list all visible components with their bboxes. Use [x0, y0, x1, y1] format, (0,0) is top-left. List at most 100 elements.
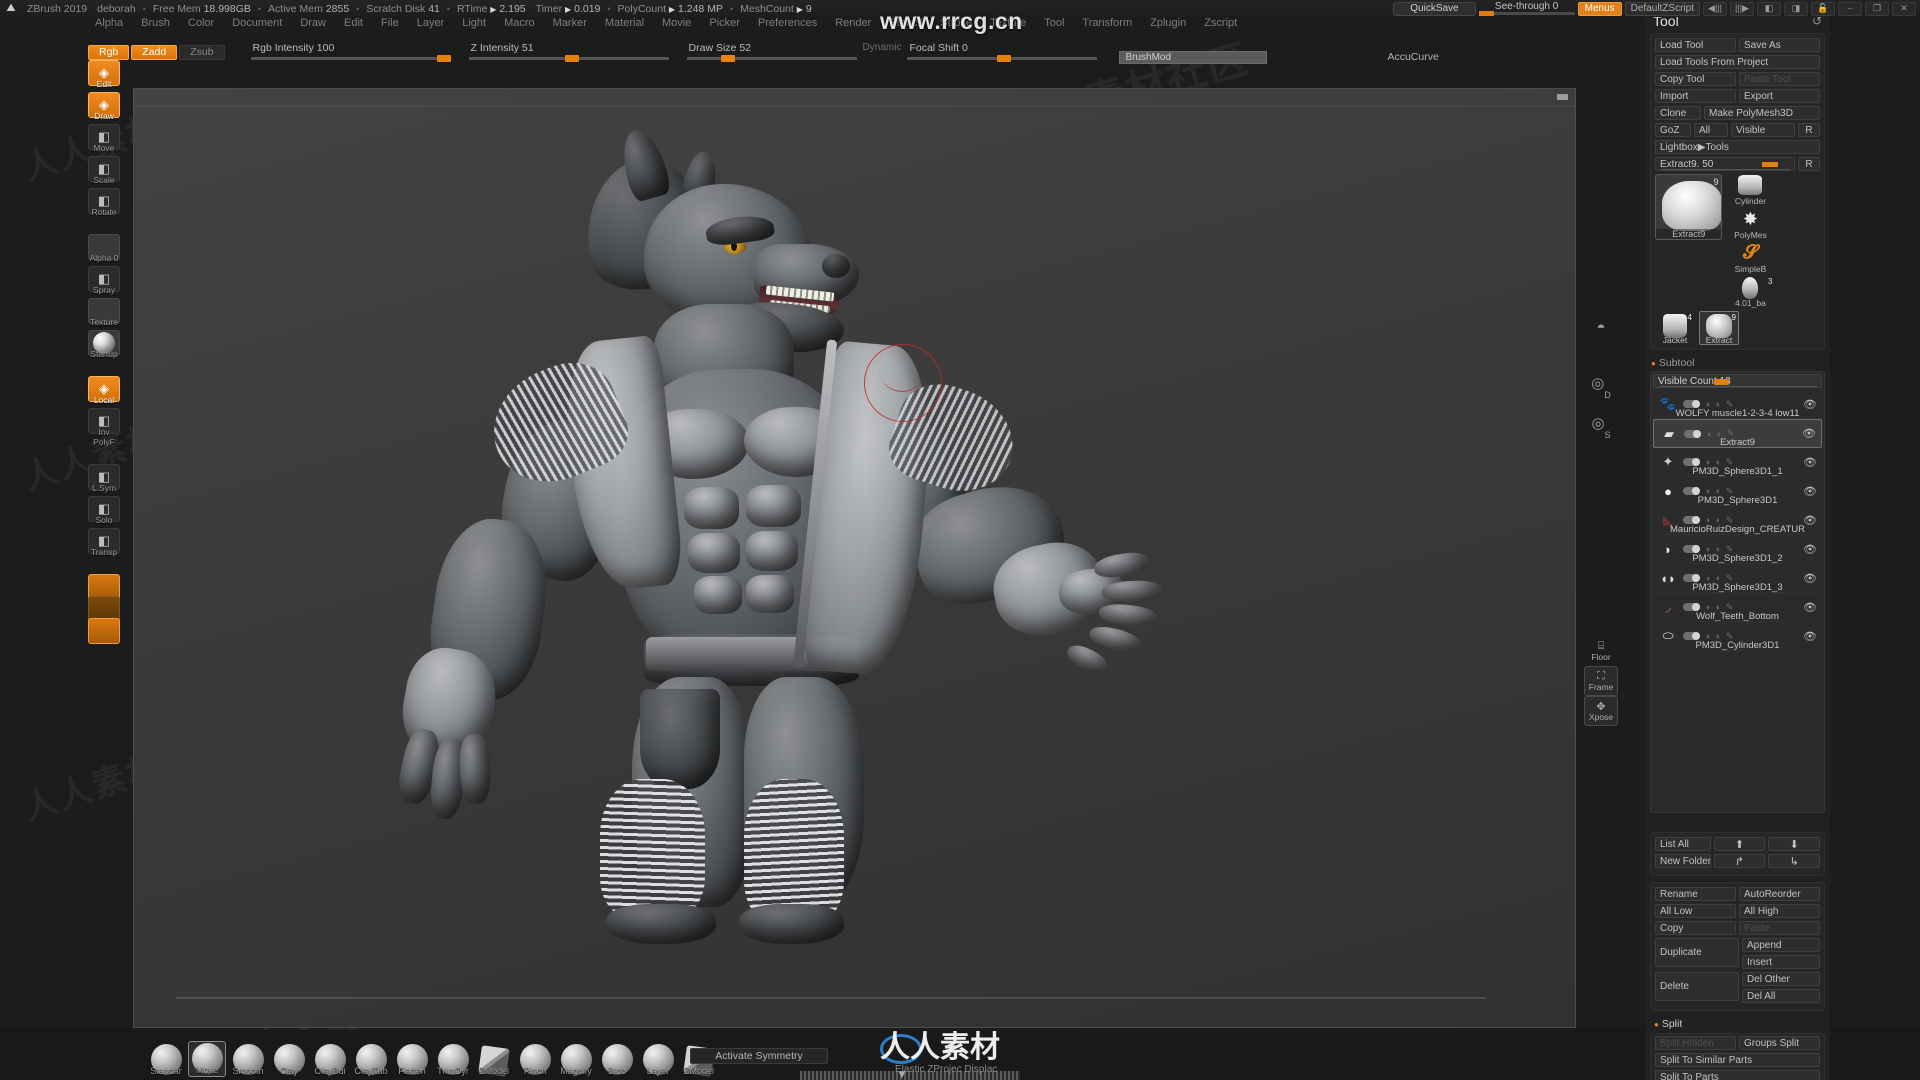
brush-standar[interactable]: Standar: [148, 1044, 184, 1076]
minimize-icon[interactable]: ⎯: [1838, 1, 1862, 16]
z-intensity-knob[interactable]: [564, 55, 579, 62]
menu-item-alpha[interactable]: Alpha: [86, 16, 132, 30]
viewport-canvas[interactable]: [133, 88, 1576, 1028]
menu-item-preferences[interactable]: Preferences: [749, 16, 826, 30]
zadd-toggle[interactable]: Zadd: [131, 44, 178, 60]
visible-count-knob[interactable]: [1714, 379, 1729, 385]
rgb-toggle[interactable]: Rgb: [88, 44, 130, 60]
clone-button[interactable]: Clone: [1655, 106, 1701, 120]
menu-item-light[interactable]: Light: [453, 16, 495, 30]
tool-thumb-simplebrush[interactable]: 𝓢 SimpleB: [1726, 242, 1774, 275]
dynamic-label[interactable]: Dynamic: [863, 42, 902, 53]
brush-layer[interactable]: Layer: [640, 1044, 676, 1076]
menu-item-color[interactable]: Color: [179, 16, 223, 30]
xpose-button[interactable]: ✥ Xpose: [1584, 696, 1618, 726]
see-through-track[interactable]: [1478, 11, 1575, 16]
brush-flatten[interactable]: Flatten: [394, 1044, 430, 1076]
menu-item-tool[interactable]: Tool: [1035, 16, 1073, 30]
brush-pinch[interactable]: Pinch: [517, 1044, 553, 1076]
insert-button[interactable]: Insert: [1742, 955, 1820, 969]
groups-split-button[interactable]: Groups Split: [1739, 1036, 1820, 1050]
prev-icon[interactable]: ◀|||: [1703, 1, 1727, 16]
expand-arrow-icon[interactable]: ▶: [669, 5, 675, 14]
brush-claytub[interactable]: ClayTub: [353, 1044, 389, 1076]
move-button[interactable]: ◧ Move: [88, 124, 120, 153]
brushmod-slider[interactable]: BrushMod: [1119, 50, 1268, 64]
restore-icon[interactable]: ❐: [1865, 1, 1889, 16]
focal-shift-knob[interactable]: [997, 55, 1012, 62]
append-button[interactable]: Append: [1742, 938, 1820, 952]
subtool-item[interactable]: ▰ ◑ ◐ ✎ 👁 Extract9: [1653, 419, 1822, 448]
move-down-icon[interactable]: ⬇: [1768, 837, 1821, 851]
inv-poly-button[interactable]: ◧ Inv PolyF: [88, 408, 120, 447]
extract-r-button[interactable]: R: [1798, 157, 1820, 171]
subtool-visibility-toggle[interactable]: [1683, 632, 1700, 640]
draw-size-knob[interactable]: [720, 55, 735, 62]
menu-item-transform[interactable]: Transform: [1073, 16, 1141, 30]
menu-item-zplugin[interactable]: Zplugin: [1141, 16, 1195, 30]
tool-thumb-cylinder[interactable]: Cylinder: [1726, 174, 1774, 206]
split-hidden-button[interactable]: Split Hidden: [1655, 1036, 1736, 1050]
copy-button[interactable]: Copy: [1655, 921, 1736, 935]
rgb-intensity-track[interactable]: [250, 55, 451, 62]
make-polymesh3d-button[interactable]: Make PolyMesh3D: [1704, 106, 1820, 120]
brush-clay[interactable]: Clay: [271, 1044, 307, 1076]
lock-icon[interactable]: 🔓: [1811, 1, 1835, 16]
subtool-visibility-toggle[interactable]: [1683, 603, 1700, 611]
all-high-button[interactable]: All High: [1739, 904, 1820, 918]
subtool-item[interactable]: ✦ ◑ ◐ ✎ 👁 PM3D_Sphere3D1_1: [1653, 448, 1822, 477]
brush-move[interactable]: Move: [188, 1041, 226, 1077]
paste-tool-button[interactable]: Paste Tool: [1739, 72, 1820, 86]
visible-count-slider[interactable]: Visible Count 13: [1653, 374, 1822, 388]
z-intensity-slider[interactable]: Z Intensity 51: [468, 42, 669, 62]
draw-size-track[interactable]: [686, 55, 857, 62]
split-to-parts-button[interactable]: Split To Parts: [1655, 1070, 1820, 1080]
extract-slider-knob[interactable]: [1762, 162, 1778, 167]
paste-button[interactable]: Paste: [1739, 921, 1820, 935]
material-swatch-2[interactable]: [88, 618, 120, 644]
export-button[interactable]: Export: [1739, 89, 1820, 103]
subtool-item[interactable]: ◖◗ ◑ ◐ ✎ 👁 PM3D_Sphere3D1_3: [1653, 564, 1822, 594]
subtool-item[interactable]: 🐾 ◑ ◐ ✎ 👁 WOLFY muscle1-2-3-4 low11: [1653, 390, 1822, 419]
alpha-swatch[interactable]: Alpha 0: [88, 234, 120, 263]
accucurve-button[interactable]: AccuCurve: [1387, 51, 1438, 63]
rename-button[interactable]: Rename: [1655, 887, 1736, 901]
new-folder-button[interactable]: New Folder: [1655, 854, 1711, 868]
subtool-list[interactable]: 🐾 ◑ ◐ ✎ 👁 WOLFY muscle1-2-3-4 low11 ▰ ◑ ◐ ✎ 👁 Extra…: [1653, 390, 1822, 810]
split-section-header[interactable]: ● Split: [1650, 1017, 1825, 1033]
draw-polyframe-icon[interactable]: ◎ D: [1584, 366, 1618, 400]
edit-button[interactable]: ◈ Edit: [88, 60, 120, 89]
folder-in-icon[interactable]: ↱: [1713, 854, 1766, 868]
zsub-toggle[interactable]: Zsub: [179, 44, 225, 60]
solo-button[interactable]: ◧ Solo: [88, 496, 120, 525]
subtool-visibility-toggle[interactable]: [1683, 487, 1700, 495]
rgb-intensity-knob[interactable]: [436, 55, 451, 62]
subtool-item[interactable]: ● ◑ ◐ ✎ 👁 PM3D_Sphere3D1: [1653, 477, 1822, 507]
close-icon[interactable]: ✕: [1892, 1, 1916, 16]
draw-button[interactable]: ◈ Draw: [88, 92, 120, 121]
menu-item-zscript[interactable]: Zscript: [1195, 16, 1246, 30]
see-through-knob[interactable]: [1478, 11, 1494, 16]
focal-shift-track[interactable]: [907, 55, 1098, 62]
load-tool-button[interactable]: Load Tool: [1655, 38, 1736, 52]
tile-left-icon[interactable]: ◧: [1757, 1, 1781, 16]
rgb-intensity-slider[interactable]: Rgb Intensity 100: [250, 42, 451, 62]
material-sphere-icon[interactable]: ◓: [1584, 310, 1618, 344]
subtool-item[interactable]: ◞ ◑ ◐ ✎ 👁 Wolf_Teeth_Bottom: [1653, 593, 1822, 622]
frame-button[interactable]: ⛶ Frame: [1584, 666, 1618, 696]
menu-item-macro[interactable]: Macro: [495, 16, 544, 30]
copy-tool-button[interactable]: Copy Tool: [1655, 72, 1736, 86]
subtool-visibility-toggle[interactable]: [1683, 516, 1700, 524]
spray-stroke[interactable]: ◧ Spray: [88, 266, 120, 295]
scale-button[interactable]: ◧ Scale: [88, 156, 120, 185]
subtool-visibility-toggle[interactable]: [1683, 545, 1700, 553]
menu-item-render[interactable]: Render: [826, 16, 880, 30]
menu-item-marker[interactable]: Marker: [544, 16, 596, 30]
menu-item-document[interactable]: Document: [223, 16, 291, 30]
subtool-visibility-toggle[interactable]: [1683, 458, 1700, 466]
tool-thumb-extract9[interactable]: 9 Extract9: [1655, 174, 1723, 240]
scale-icon[interactable]: ◎ S: [1584, 406, 1618, 440]
next-icon[interactable]: |||▶: [1730, 1, 1754, 16]
brush-magnify[interactable]: Magnify: [558, 1044, 594, 1076]
del-other-button[interactable]: Del Other: [1742, 972, 1820, 986]
